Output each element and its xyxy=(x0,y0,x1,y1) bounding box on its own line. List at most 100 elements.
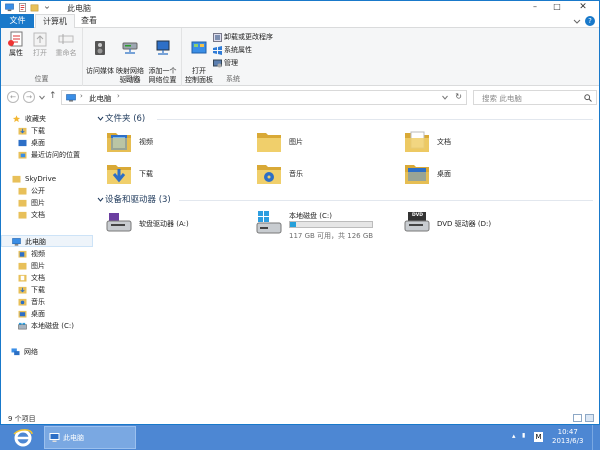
nav-pc-local-disk[interactable]: 本地磁盘 (C:) xyxy=(1,320,93,332)
search-icon[interactable] xyxy=(584,94,592,102)
disk-free-space: 117 GB 可用，共 126 GB xyxy=(289,232,374,240)
properties-quick-icon[interactable] xyxy=(18,3,27,12)
drive-dvd-label: DVD 驱动器 (D:) xyxy=(437,220,492,228)
open-icon xyxy=(33,32,47,47)
folders-group-header[interactable]: 文件夹 (6) xyxy=(105,112,145,124)
devices-group-header[interactable]: 设备和驱动器 (3) xyxy=(105,193,171,205)
navigation-pane: 收藏夹 下载 桌面 最近访问的位置 SkyDrive 公开 图片 文档 此电脑 … xyxy=(1,109,93,411)
folder-downloads[interactable]: 下载 xyxy=(105,159,245,189)
uninstall-program-button[interactable]: 卸载或更改程序 xyxy=(213,32,273,42)
help-button[interactable]: ? xyxy=(585,16,595,26)
up-button[interactable]: ↑ xyxy=(49,91,57,101)
manage-button[interactable]: 管理 xyxy=(213,58,238,68)
tab-computer[interactable]: 计算机 xyxy=(35,14,75,29)
dvd-logo: DVD xyxy=(412,213,423,218)
nav-pc-downloads-label: 下载 xyxy=(31,286,45,294)
drive-local-c[interactable]: 本地磁盘 (C:) 117 GB 可用，共 126 GB xyxy=(255,209,395,240)
system-properties-label: 系统属性 xyxy=(224,46,252,54)
desktop-icon xyxy=(18,139,27,147)
breadcrumb-separator[interactable]: › xyxy=(80,92,83,100)
content-pane: 文件夹 (6) 视频 图片 文档 下载 音乐 桌面 设备和驱动器 (3) 软盘驱… xyxy=(97,109,597,409)
nav-this-pc-label: 此电脑 xyxy=(25,238,46,246)
nav-pc-music-label: 音乐 xyxy=(31,298,45,306)
system-properties-button[interactable]: 系统属性 xyxy=(213,45,252,55)
ribbon-group-network: 访问媒体 映射网络 驱动器 添加一个 网络位置 网络 xyxy=(84,28,182,86)
back-button[interactable]: ← xyxy=(7,91,19,103)
close-button[interactable]: ✕ xyxy=(569,1,597,13)
status-bar: 9 个项目 xyxy=(1,411,599,425)
chevron-down-icon[interactable] xyxy=(442,95,448,100)
taskbar-app-explorer[interactable]: 此电脑 xyxy=(44,426,136,449)
nav-fav-recent[interactable]: 最近访问的位置 xyxy=(1,149,93,161)
tray-expand-icon[interactable]: ▴ xyxy=(512,432,516,440)
open-button[interactable]: 打开 xyxy=(29,31,51,58)
nav-fav-downloads[interactable]: 下载 xyxy=(1,125,93,137)
access-media-button[interactable]: 访问媒体 xyxy=(86,31,114,76)
nav-fav-desktop[interactable]: 桌面 xyxy=(1,137,93,149)
internet-explorer-icon[interactable] xyxy=(12,428,34,447)
rename-button[interactable]: 重命名 xyxy=(53,31,79,58)
drive-dvd[interactable]: DVD DVD 驱动器 (D:) xyxy=(403,209,543,239)
nav-favorites[interactable]: 收藏夹 xyxy=(1,113,93,125)
videos-folder-icon xyxy=(107,133,131,152)
nav-pc-pictures[interactable]: 图片 xyxy=(1,260,93,272)
properties-button[interactable]: 属性 xyxy=(5,31,27,58)
nav-pc-videos[interactable]: 视频 xyxy=(1,248,93,260)
local-disk-icon xyxy=(256,211,282,234)
nav-sky-public[interactable]: 公开 xyxy=(1,185,93,197)
collapse-chevron-icon[interactable] xyxy=(97,115,104,122)
ribbon-group-system: 打开 控制面板 卸载或更改程序 系统属性 管理 系统 xyxy=(183,28,283,86)
documents-folder-icon xyxy=(18,274,27,282)
clock[interactable]: 10:47 2013/6/3 xyxy=(552,428,583,446)
nav-this-pc[interactable]: 此电脑 xyxy=(1,235,93,247)
computer-icon xyxy=(49,433,60,442)
nav-pc-documents[interactable]: 文档 xyxy=(1,272,93,284)
large-icons-view-button[interactable] xyxy=(585,414,594,422)
nav-pc-downloads[interactable]: 下载 xyxy=(1,284,93,296)
refresh-icon[interactable]: ↻ xyxy=(455,92,462,101)
folder-documents[interactable]: 文档 xyxy=(403,127,543,157)
window-title: 此电脑 xyxy=(67,4,91,13)
recent-locations-icon[interactable] xyxy=(39,95,45,100)
breadcrumb[interactable]: 此电脑 xyxy=(89,93,112,104)
network-location-icon xyxy=(156,40,169,55)
manage-icon xyxy=(213,59,222,67)
search-placeholder: 搜索 此电脑 xyxy=(482,94,522,103)
new-folder-quick-icon[interactable] xyxy=(30,3,39,12)
breadcrumb-separator[interactable]: › xyxy=(117,92,120,100)
details-view-button[interactable] xyxy=(573,414,582,422)
uninstall-label: 卸载或更改程序 xyxy=(224,33,273,41)
folder-desktop-label: 桌面 xyxy=(437,170,451,178)
folder-desktop[interactable]: 桌面 xyxy=(403,159,543,189)
drive-local-c-label: 本地磁盘 (C:) xyxy=(289,212,332,220)
folder-videos[interactable]: 视频 xyxy=(105,127,245,157)
drive-floppy[interactable]: 软盘驱动器 (A:) xyxy=(105,209,245,239)
computer-icon xyxy=(66,94,76,102)
search-input[interactable]: 搜索 此电脑 xyxy=(473,90,597,105)
nav-sky-documents[interactable]: 文档 xyxy=(1,209,93,221)
nav-pc-music[interactable]: 音乐 xyxy=(1,296,93,308)
address-bar[interactable]: › 此电脑 › ↻ xyxy=(61,90,467,105)
tab-view[interactable]: 查看 xyxy=(74,14,104,28)
minimize-button[interactable]: – xyxy=(524,1,546,13)
nav-pc-desktop[interactable]: 桌面 xyxy=(1,308,93,320)
folder-music[interactable]: 音乐 xyxy=(255,159,395,189)
nav-skydrive[interactable]: SkyDrive xyxy=(1,173,93,185)
group-divider xyxy=(157,119,593,120)
folder-icon xyxy=(18,211,27,219)
nav-network[interactable]: 网络 xyxy=(1,346,93,358)
ime-indicator[interactable]: M xyxy=(534,432,543,442)
rename-icon xyxy=(58,34,74,44)
show-desktop-button[interactable] xyxy=(592,425,600,450)
nav-pc-documents-label: 文档 xyxy=(31,274,45,282)
chevron-down-icon[interactable] xyxy=(44,3,50,12)
folder-pictures[interactable]: 图片 xyxy=(255,127,395,157)
chevron-down-icon[interactable] xyxy=(573,17,581,25)
maximize-button[interactable]: □ xyxy=(546,1,568,13)
tab-file[interactable]: 文件 xyxy=(1,14,34,28)
nav-sky-pictures[interactable]: 图片 xyxy=(1,197,93,209)
forward-button[interactable]: → xyxy=(23,91,35,103)
documents-folder-icon xyxy=(405,131,429,152)
collapse-chevron-icon[interactable] xyxy=(97,196,104,203)
network-tray-icon[interactable]: ▮ xyxy=(522,432,525,439)
